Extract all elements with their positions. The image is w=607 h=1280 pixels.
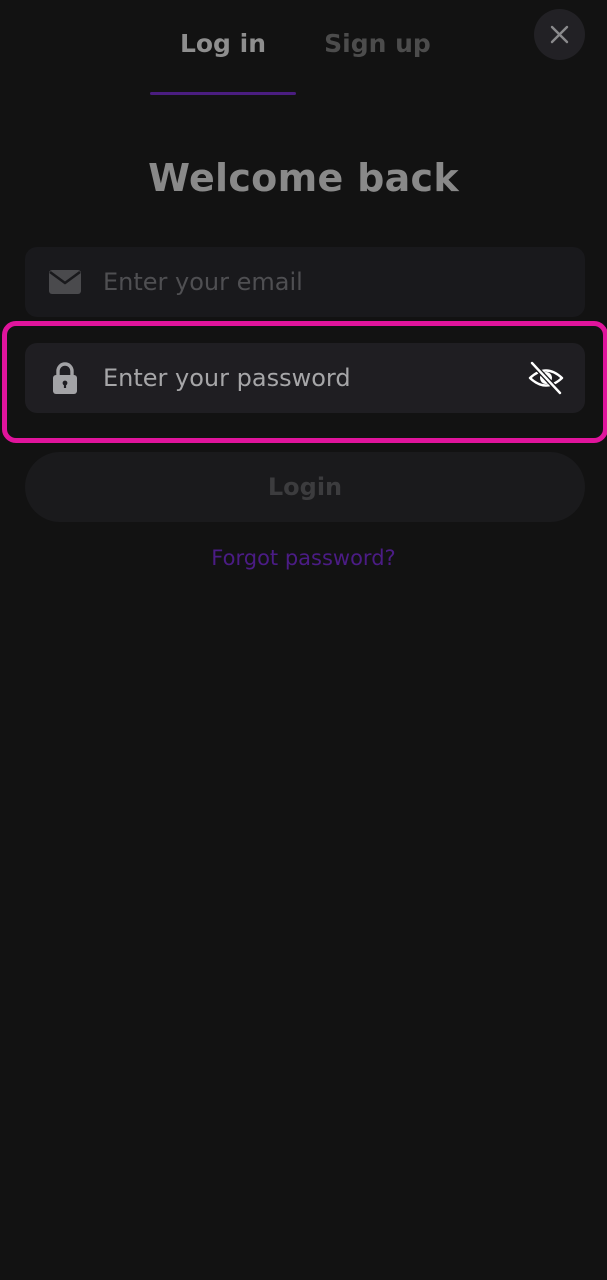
close-icon <box>550 25 569 44</box>
close-button[interactable] <box>534 9 585 60</box>
eye-slash-icon[interactable] <box>527 359 565 397</box>
active-tab-indicator <box>150 92 296 95</box>
lock-icon <box>53 362 77 394</box>
forgot-password-link[interactable]: Forgot password? <box>0 540 607 576</box>
auth-tabs: Log in Sign up <box>0 0 607 96</box>
login-button[interactable]: Login <box>25 452 585 522</box>
tab-signup[interactable]: Sign up <box>305 24 450 64</box>
email-field[interactable] <box>25 247 585 317</box>
password-field[interactable] <box>25 343 585 413</box>
email-input[interactable] <box>103 247 503 317</box>
password-input[interactable] <box>103 343 503 413</box>
tab-login[interactable]: Log in <box>150 24 296 64</box>
envelope-icon <box>49 270 81 294</box>
page-title: Welcome back <box>148 156 459 200</box>
